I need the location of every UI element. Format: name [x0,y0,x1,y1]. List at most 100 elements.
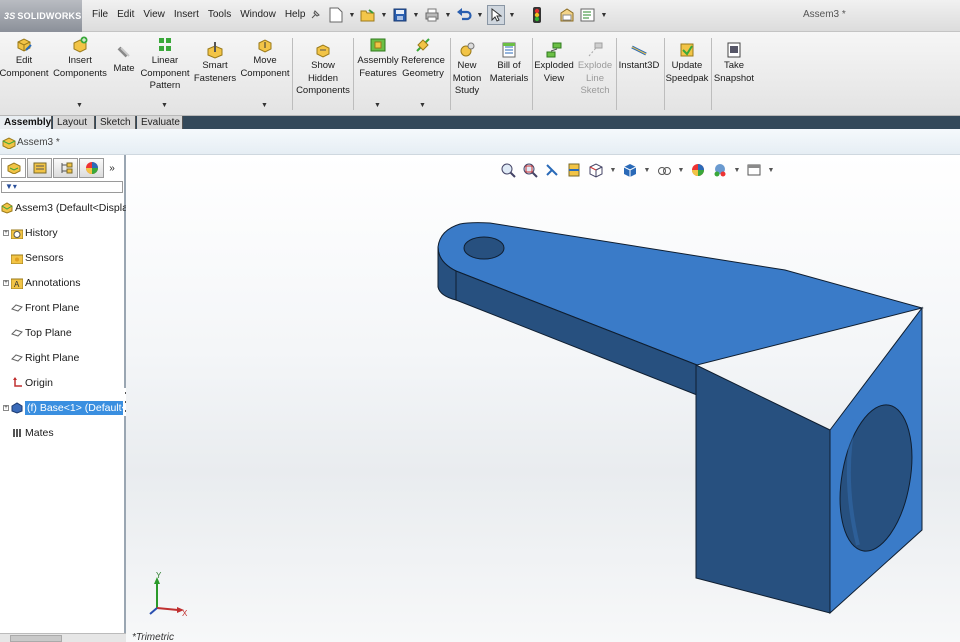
feature-manager-panel: » ▼▾ Assem3 (Default<Displa + History Se… [0,155,130,642]
exploded-view-icon [546,42,562,58]
insert-components-button[interactable]: Insert Components ▼ [52,36,108,109]
smart-fasteners-button[interactable]: Smart Fasteners [192,41,238,85]
insert-components-icon [73,36,88,53]
take-snapshot-button[interactable]: Take Snapshot [712,41,756,85]
reference-geometry-icon [416,38,430,52]
new-dropdown-icon[interactable]: ▼ [348,5,356,25]
explode-line-sketch-icon [588,42,603,57]
more-tabs-icon[interactable]: » [105,158,119,178]
reference-geometry-button[interactable]: Reference Geometry ▼ [400,36,446,109]
menu-view[interactable]: View [143,9,165,20]
rebuild-icon[interactable] [528,5,546,25]
linear-pattern-dropdown-icon[interactable]: ▼ [161,100,168,113]
tree-horizontal-scrollbar[interactable] [0,633,126,642]
tree-item-base-part[interactable]: + (f) Base<1> (Default< [0,399,130,417]
ribbon-separator [292,38,293,110]
feature-manager-tab[interactable] [1,158,26,178]
block-front-face [695,364,831,614]
open-dropdown-icon[interactable]: ▼ [380,5,388,25]
options-dropdown-icon[interactable]: ▼ [600,5,608,25]
tree-item-right-plane[interactable]: Right Plane [0,349,79,367]
menu-file[interactable]: File [92,9,108,20]
display-manager-tab[interactable] [79,158,104,178]
menu-tools[interactable]: Tools [208,9,231,20]
tree-item-top-plane[interactable]: Top Plane [0,324,72,342]
annotations-icon: A [11,277,23,289]
exploded-view-button[interactable]: Exploded View [534,41,574,85]
scrollbar-thumb[interactable] [10,635,62,642]
tab-assembly[interactable]: Assembly [0,116,52,129]
plane-icon [11,302,23,314]
tree-item-sensors[interactable]: Sensors [0,249,64,267]
assembly-features-button[interactable]: Assembly Features ▼ [356,36,400,109]
configuration-manager-icon [61,162,72,174]
expand-icon[interactable]: + [3,280,9,286]
tab-evaluate[interactable]: Evaluate [137,116,183,129]
part-icon [11,402,23,414]
tree-item-history[interactable]: + History [0,224,58,242]
tab-layout[interactable]: Layout [53,116,95,129]
logo-text: SOLIDWORKS [17,11,82,21]
show-hidden-components-icon [316,44,330,58]
property-manager-tab[interactable] [27,158,52,178]
insert-components-dropdown-icon[interactable]: ▼ [76,100,83,113]
update-speedpak-button[interactable]: Update Speedpak [665,41,709,85]
document-breadcrumb-bar: Assem3 * [0,129,960,155]
linear-component-pattern-button[interactable]: Linear Component Pattern ▼ [138,36,192,109]
assembly-features-icon [370,38,386,52]
expand-icon[interactable]: + [3,405,9,411]
property-manager-icon [33,162,46,174]
save-icon[interactable] [391,5,409,25]
instant3d-icon [631,45,647,56]
menu-edit[interactable]: Edit [117,9,134,20]
tab-sketch[interactable]: Sketch [96,116,136,129]
view-orientation-label: *Trimetric [132,632,175,642]
new-document-icon[interactable] [327,5,345,25]
file-properties-icon[interactable] [558,5,576,25]
command-manager: Edit Component Insert Components ▼ Mate … [0,32,960,116]
breadcrumb[interactable]: Assem3 * [17,137,60,148]
print-dropdown-icon[interactable]: ▼ [444,5,452,25]
move-component-button[interactable]: Move Component ▼ [238,36,292,109]
ribbon-separator [353,38,354,110]
explode-line-sketch-button[interactable]: Explode Line Sketch [575,41,615,98]
print-icon[interactable] [423,5,441,25]
select-icon[interactable] [487,5,505,25]
mate-button[interactable]: Mate [110,44,138,76]
new-motion-study-button[interactable]: New Motion Study [451,41,483,98]
reference-geometry-dropdown-icon[interactable]: ▼ [419,100,426,113]
show-hidden-components-button[interactable]: Show Hidden Components [294,41,352,98]
move-component-dropdown-icon[interactable]: ▼ [261,100,268,113]
tree-filter[interactable]: ▼▾ [1,181,123,193]
undo-dropdown-icon[interactable]: ▼ [476,5,484,25]
undo-icon[interactable] [455,5,473,25]
tree-root-assembly[interactable]: Assem3 (Default<Displa [0,199,128,217]
expand-icon[interactable]: + [3,230,9,236]
menu-help[interactable]: Help [285,9,306,20]
mates-icon [11,427,23,439]
open-icon[interactable] [359,5,377,25]
filter-icon: ▼▾ [5,182,17,191]
solidworks-logo[interactable]: 3S SOLIDWORKS [0,0,82,32]
menu-insert[interactable]: Insert [174,9,199,20]
save-dropdown-icon[interactable]: ▼ [412,5,420,25]
options-icon[interactable] [579,5,597,25]
history-folder-icon [11,227,23,239]
instant3d-button[interactable]: Instant3D [617,41,661,73]
edit-component-button[interactable]: Edit Component [0,36,49,80]
menu-window[interactable]: Window [240,9,276,20]
tree-root-label: Assem3 (Default<Displa [15,202,128,214]
pin-icon[interactable] [306,5,324,25]
plane-icon [11,352,23,364]
select-dropdown-icon[interactable]: ▼ [508,5,516,25]
tree-item-mates[interactable]: Mates [0,424,54,442]
tree-item-origin[interactable]: Origin [0,374,53,392]
assembly-features-dropdown-icon[interactable]: ▼ [374,100,381,113]
linear-pattern-icon [159,38,171,51]
configuration-manager-tab[interactable] [53,158,78,178]
svg-text:A: A [14,280,20,289]
tree-item-annotations[interactable]: + A Annotations [0,274,80,292]
bill-of-materials-button[interactable]: Bill of Materials [488,41,530,85]
tree-item-front-plane[interactable]: Front Plane [0,299,79,317]
base-part-model[interactable] [126,155,960,642]
